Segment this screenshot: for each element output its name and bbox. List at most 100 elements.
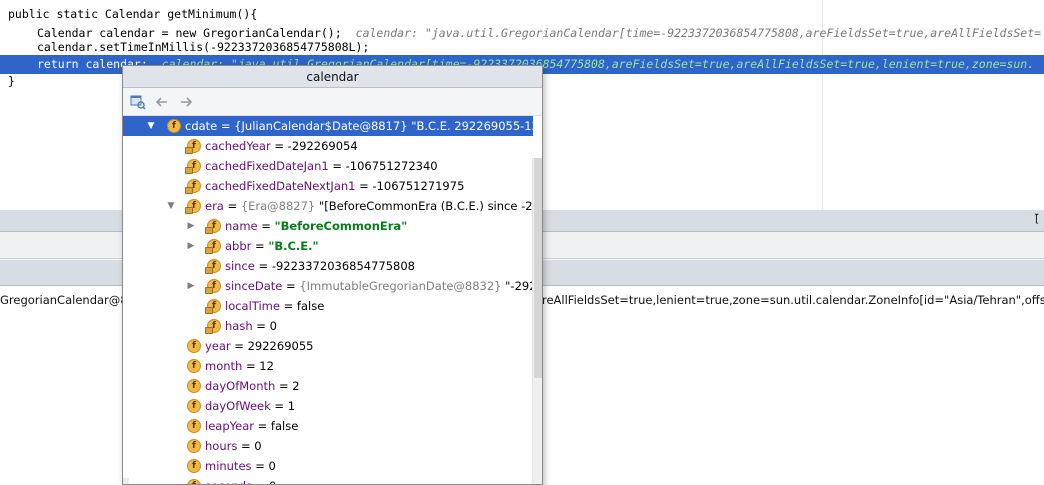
tree-row-abbr[interactable]: ▶ f abbr = "B.C.E." bbox=[123, 236, 533, 256]
tree-row-text: since = -9223372036854775808 bbox=[225, 256, 415, 276]
popup-title[interactable]: calendar bbox=[123, 66, 542, 88]
back-arrow-svg bbox=[155, 97, 167, 107]
field-value: false bbox=[296, 299, 325, 313]
field-icon: f bbox=[205, 259, 221, 274]
equals-sign: = bbox=[270, 139, 288, 153]
popup-corner bbox=[123, 478, 129, 484]
tree-row-localTime[interactable]: f localTime = false bbox=[123, 296, 533, 316]
tree-row-text: hours = 0 bbox=[205, 436, 262, 456]
tree-row-text: minutes = 0 bbox=[205, 456, 276, 476]
variable-inspection-popup[interactable]: calendar ▼ f cdate = {JulianCalendar$Dat… bbox=[122, 65, 543, 485]
back-arrow-icon[interactable] bbox=[153, 93, 171, 111]
equals-sign: = bbox=[355, 179, 373, 193]
tree-row-leapYear[interactable]: f leapYear = false bbox=[123, 416, 533, 436]
scrollbar-thumb[interactable] bbox=[534, 158, 542, 378]
variable-value-left: GregorianCalendar@881 bbox=[0, 293, 143, 307]
equals-sign: = bbox=[251, 239, 269, 253]
equals-sign: = bbox=[253, 419, 271, 433]
tree-row-text: cachedFixedDateJan1 = -106751272340 bbox=[205, 156, 438, 176]
collapse-arrow-icon[interactable]: ▶ bbox=[185, 236, 197, 256]
tree-row-text: cachedFixedDateNextJan1 = -106751271975 bbox=[205, 176, 464, 196]
popup-toolbar bbox=[123, 88, 542, 116]
tree-scrollbar[interactable] bbox=[532, 158, 542, 484]
tree-row-era[interactable]: ▼ f era = {Era@8827} "[BeforeCommonEra (… bbox=[123, 196, 533, 216]
equals-sign: = bbox=[223, 199, 241, 213]
equals-sign: = bbox=[279, 299, 297, 313]
field-name: since bbox=[225, 259, 255, 273]
tree-row-text: seconds = 0 bbox=[205, 476, 276, 484]
field-value: 2 bbox=[292, 379, 300, 393]
tree-row-dayOfMonth[interactable]: f dayOfMonth = 2 bbox=[123, 376, 533, 396]
field-name: era bbox=[205, 199, 224, 213]
field-name: localTime bbox=[225, 299, 280, 313]
field-value: "[BeforeCommonEra (B.C.E.) since -292275… bbox=[318, 199, 533, 213]
variable-value-right: reAllFieldsSet=true,lenient=true,zone=su… bbox=[542, 293, 1044, 307]
field-name: cachedFixedDateNextJan1 bbox=[205, 179, 356, 193]
collapse-arrow-icon[interactable]: ▶ bbox=[185, 216, 197, 236]
code-text: calendar.setTimeInMillis(-92233720368547… bbox=[37, 40, 370, 54]
equals-sign: = bbox=[257, 219, 275, 233]
equals-sign: = bbox=[252, 319, 270, 333]
tree-row-month[interactable]: f month = 12 bbox=[123, 356, 533, 376]
field-icon: f bbox=[187, 479, 201, 484]
object-ref: {JulianCalendar$Date@8817} bbox=[234, 119, 408, 133]
equals-sign: = bbox=[237, 439, 255, 453]
tree-row-hash[interactable]: f hash = 0 bbox=[123, 316, 533, 336]
tree-row-sinceDate[interactable]: ▶ f sinceDate = {ImmutableGregorianDate@… bbox=[123, 276, 533, 296]
field-name: month bbox=[205, 359, 243, 373]
tree-row-minutes[interactable]: f minutes = 0 bbox=[123, 456, 533, 476]
field-icon: f bbox=[205, 279, 221, 294]
code-text: public static Calendar getMinimum(){ bbox=[8, 7, 258, 21]
tree-row-year[interactable]: f year = 292269055 bbox=[123, 336, 533, 356]
field-icon: f bbox=[187, 419, 201, 433]
tree-row-since[interactable]: f since = -9223372036854775808 bbox=[123, 256, 533, 276]
field-icon: f bbox=[187, 439, 201, 453]
tree-row-text: sinceDate = {ImmutableGregorianDate@8832… bbox=[225, 276, 533, 296]
field-value: 12 bbox=[259, 359, 274, 373]
tree-row-seconds[interactable]: f seconds = 0 bbox=[123, 476, 533, 484]
expand-arrow-icon[interactable]: ▼ bbox=[165, 196, 177, 216]
equals-sign: = bbox=[230, 339, 248, 353]
field-name: year bbox=[205, 339, 231, 353]
field-icon: f bbox=[187, 399, 201, 413]
forward-arrow-svg bbox=[181, 97, 193, 107]
tree-row-name[interactable]: ▶ f name = "BeforeCommonEra" bbox=[123, 216, 533, 236]
collapse-arrow-icon[interactable]: ▶ bbox=[185, 276, 197, 296]
field-name: leapYear bbox=[205, 419, 254, 433]
field-value: -106751271975 bbox=[372, 179, 465, 193]
expand-arrow-icon[interactable]: ▼ bbox=[145, 116, 157, 136]
field-value: -292269054 bbox=[287, 139, 358, 153]
field-name: seconds bbox=[205, 479, 252, 484]
field-value: "B.C.E." bbox=[268, 239, 319, 253]
variable-tree[interactable]: ▼ f cdate = {JulianCalendar$Date@8817} "… bbox=[123, 116, 533, 484]
field-icon: f bbox=[205, 219, 221, 234]
tree-row-text: abbr = "B.C.E." bbox=[225, 236, 318, 256]
field-value: 292269055 bbox=[247, 339, 314, 353]
code-line-method-signature[interactable]: public static Calendar getMinimum(){ bbox=[0, 5, 1044, 24]
inspect-icon-svg bbox=[130, 95, 146, 110]
field-name: minutes bbox=[205, 459, 252, 473]
field-icon: f bbox=[167, 119, 181, 133]
equals-sign: = bbox=[282, 279, 300, 293]
tree-row-hours[interactable]: f hours = 0 bbox=[123, 436, 533, 456]
field-value: -106751272340 bbox=[345, 159, 438, 173]
field-name: dayOfMonth bbox=[205, 379, 276, 393]
field-value: "B.C.E. 292269055-12-02T00:00 bbox=[411, 119, 533, 133]
field-name: name bbox=[225, 219, 258, 233]
tree-row-cachedFixedDateNextJan1[interactable]: f cachedFixedDateNextJan1 = -10675127197… bbox=[123, 176, 533, 196]
field-name: cdate bbox=[185, 119, 218, 133]
tree-row-cachedFixedDateJan1[interactable]: f cachedFixedDateJan1 = -106751272340 bbox=[123, 156, 533, 176]
field-icon: f bbox=[187, 379, 201, 393]
tree-row-dayOfWeek[interactable]: f dayOfWeek = 1 bbox=[123, 396, 533, 416]
tree-row-cachedYear[interactable]: f cachedYear = -292269054 bbox=[123, 136, 533, 156]
tree-row-text: dayOfWeek = 1 bbox=[205, 396, 295, 416]
tree-row-text: cachedYear = -292269054 bbox=[205, 136, 358, 156]
equals-sign: = bbox=[217, 119, 235, 133]
inspect-icon[interactable] bbox=[129, 93, 147, 111]
restore-pane-icon[interactable]: [̃ bbox=[1035, 212, 1039, 225]
tree-row-text: month = 12 bbox=[205, 356, 274, 376]
field-value: false bbox=[270, 419, 299, 433]
forward-arrow-icon[interactable] bbox=[177, 93, 195, 111]
tree-row-cdate[interactable]: ▼ f cdate = {JulianCalendar$Date@8817} "… bbox=[123, 116, 533, 136]
field-value: 0 bbox=[269, 479, 276, 484]
